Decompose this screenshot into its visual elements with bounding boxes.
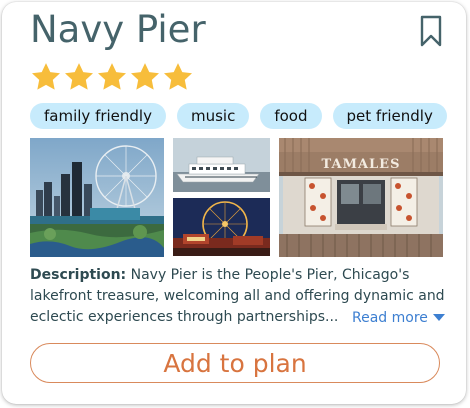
star-icon [131, 63, 159, 90]
description-label: Description: [30, 267, 127, 283]
photo-skyline-ferris-wheel[interactable] [30, 138, 164, 257]
tag-music[interactable]: music [176, 103, 250, 129]
place-card: Navy Pier family friendly music food pet… [2, 2, 466, 404]
star-rating [30, 61, 194, 93]
read-more-link[interactable]: Read more [352, 308, 445, 329]
star-icon [98, 63, 126, 90]
place-title: Navy Pier [30, 8, 206, 51]
add-to-plan-button[interactable]: Add to plan [30, 343, 440, 383]
star-icon [32, 63, 60, 90]
description-line: lakefront treasure, welcoming all and of… [30, 288, 445, 304]
read-more-label: Read more [352, 310, 428, 326]
chevron-down-icon [432, 314, 445, 321]
photo-ferris-wheel-night[interactable] [173, 198, 270, 256]
star-icon [65, 63, 93, 90]
tag-family-friendly[interactable]: family friendly [30, 103, 166, 129]
bookmark-icon[interactable] [419, 15, 443, 47]
photo-boat[interactable] [173, 138, 270, 192]
photo-tamales-stand[interactable]: TAMALES [279, 138, 443, 257]
tag-food[interactable]: food [260, 103, 322, 129]
tag-list: family friendly music food pet friendly [30, 103, 447, 129]
star-icon [164, 63, 192, 90]
description-text: Navy Pier is the People's Pier, Chicago'… [126, 267, 410, 283]
description-line: Description: Navy Pier is the People's P… [30, 265, 442, 286]
tamales-sign-text: TAMALES [322, 157, 401, 172]
tag-pet-friendly[interactable]: pet friendly [332, 103, 447, 129]
